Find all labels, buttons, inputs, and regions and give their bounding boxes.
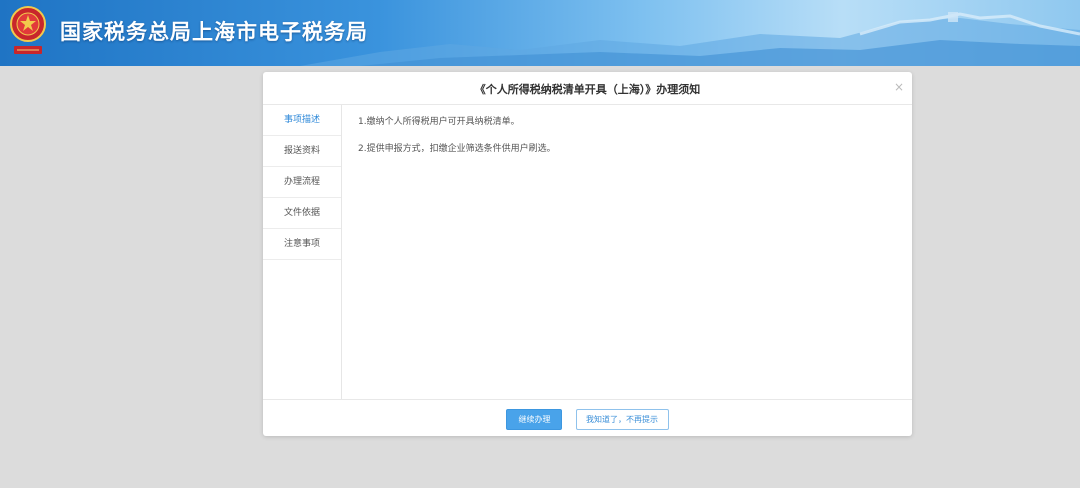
content-line: 1.缴纳个人所得税用户可开具纳税清单。 xyxy=(358,117,520,127)
nav-item-description[interactable]: 事项描述 xyxy=(263,105,341,136)
side-nav: 事项描述 报送资料 办理流程 文件依据 注意事项 xyxy=(263,105,342,399)
content-line: 2.提供申报方式，扣缴企业筛选条件供用户刷选。 xyxy=(358,144,556,154)
notice-dialog: 《个人所得税纳税清单开具（上海）》办理须知 × 事项描述 报送资料 办理流程 文… xyxy=(263,72,912,436)
continue-button[interactable]: 继续办理 xyxy=(506,409,563,430)
dialog-footer: 继续办理 我知道了，不再提示 xyxy=(263,399,912,437)
dialog-header: 《个人所得税纳税清单开具（上海）》办理须知 × xyxy=(263,72,912,105)
dismiss-button[interactable]: 我知道了，不再提示 xyxy=(575,409,669,430)
dialog-title: 《个人所得税纳税清单开具（上海）》办理须知 xyxy=(474,83,701,96)
close-icon[interactable]: × xyxy=(892,80,906,94)
dialog-body: 事项描述 报送资料 办理流程 文件依据 注意事项 1.缴纳个人所得税用户可开具纳… xyxy=(263,105,912,399)
site-title: 国家税务总局上海市电子税务局 xyxy=(60,20,368,44)
tax-emblem-icon xyxy=(8,4,48,60)
nav-item-basis[interactable]: 文件依据 xyxy=(263,198,341,229)
header-banner: 国家税务总局上海市电子税务局 xyxy=(0,0,1080,66)
nav-item-process[interactable]: 办理流程 xyxy=(263,167,341,198)
nav-item-materials[interactable]: 报送资料 xyxy=(263,136,341,167)
description-content: 1.缴纳个人所得税用户可开具纳税清单。 2.提供申报方式，扣缴企业筛选条件供用户… xyxy=(358,115,898,169)
nav-item-notes[interactable]: 注意事项 xyxy=(263,229,341,260)
